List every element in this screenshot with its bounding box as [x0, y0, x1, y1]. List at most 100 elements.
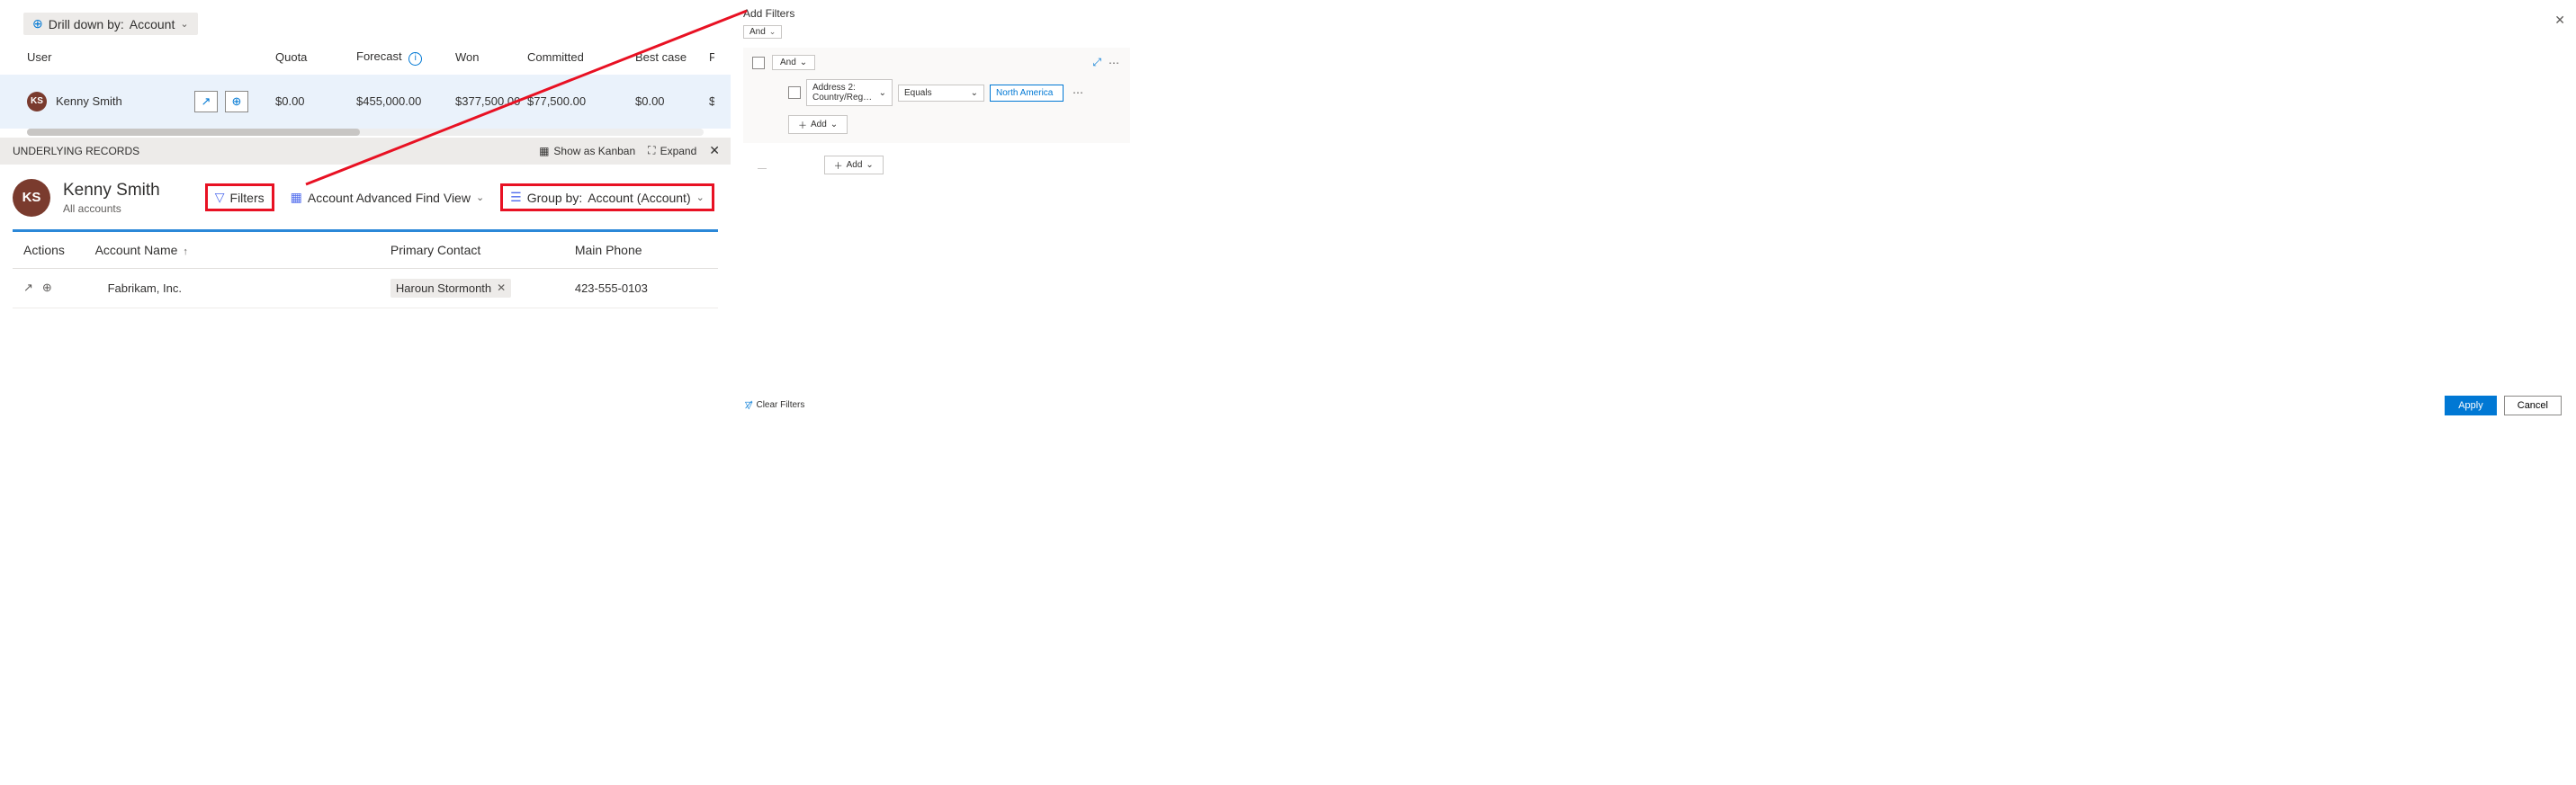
condition-value-input[interactable]: North America	[990, 85, 1064, 102]
drilldown-prefix: Drill down by:	[49, 17, 124, 31]
open-icon[interactable]: ↗	[23, 281, 33, 295]
clear-filter-icon: ▽̸	[745, 399, 752, 411]
groupby-value: Account (Account)	[588, 191, 690, 205]
header-forecast-label: Forecast	[356, 49, 402, 63]
header-forecast[interactable]: Forecast i	[351, 49, 450, 66]
filter-panel-title: Add Filters	[743, 7, 1400, 20]
th-account-label: Account Name	[95, 243, 178, 257]
avatar: KS	[27, 92, 47, 112]
avatar-large: KS	[13, 179, 50, 217]
header-committed[interactable]: Committed	[522, 50, 630, 64]
tree-connector	[758, 168, 767, 169]
filters-label: Filters	[230, 191, 265, 205]
table-icon: ▦	[291, 190, 302, 205]
close-icon[interactable]: ✕	[709, 143, 720, 158]
condition-field-select[interactable]: Address 2: Country/Reg… ⌄	[806, 79, 893, 106]
view-label: Account Advanced Find View	[308, 191, 471, 205]
kanban-label: Show as Kanban	[553, 145, 635, 157]
th-phone[interactable]: Main Phone	[575, 243, 718, 257]
row-quota: $0.00	[270, 94, 351, 108]
condition-checkbox[interactable]	[788, 86, 801, 99]
root-and-pill[interactable]: And ⌄	[743, 25, 782, 39]
group-checkbox[interactable]	[752, 57, 765, 69]
detail-header: KS Kenny Smith All accounts ▽ Filters ▦ …	[0, 165, 731, 229]
group-more-icon[interactable]: ⋯	[1108, 57, 1121, 69]
panel-close-icon[interactable]: ✕	[2554, 13, 2565, 28]
expand-icon: ⛶	[648, 144, 655, 157]
filter-panel-actions: Apply Cancel	[2445, 396, 2562, 415]
contact-name: Haroun Stormonth	[396, 281, 491, 295]
row-pipeline: $	[704, 94, 714, 108]
apply-button[interactable]: Apply	[2445, 396, 2497, 415]
drilldown-selector[interactable]: ⊕ Drill down by: Account ⌄	[23, 13, 198, 35]
th-contact[interactable]: Primary Contact	[390, 243, 575, 257]
row-phone: 423-555-0103	[575, 281, 718, 295]
group-and-pill[interactable]: And ⌄	[772, 55, 815, 70]
th-account[interactable]: Account Name ↑	[95, 243, 390, 257]
add-outer-label: Add	[847, 160, 863, 170]
target-icon[interactable]: ⊕	[225, 91, 248, 112]
underlying-records-title: UNDERLYING RECORDS	[13, 145, 139, 157]
header-user[interactable]: User	[0, 50, 270, 64]
group-icon: ☰	[510, 190, 522, 205]
filter-panel: Add Filters And ⌄ And ⌄ ⤢ ⋯ Address 2: C…	[743, 7, 1400, 174]
row-won: $377,500.00	[450, 94, 522, 108]
groupby-selector[interactable]: ☰ Group by: Account (Account) ⌄	[500, 183, 714, 211]
row-user-name: Kenny Smith	[56, 94, 122, 108]
forecast-grid-header: User Quota Forecast i Won Committed Best…	[0, 44, 731, 75]
group-and-label: And	[780, 58, 796, 67]
add-inner-label: Add	[811, 120, 827, 129]
filter-icon: ▽	[215, 190, 225, 205]
chevron-down-icon: ⌄	[830, 120, 838, 129]
scrollbar-thumb[interactable]	[27, 129, 360, 136]
chevron-down-icon: ⌄	[769, 27, 776, 37]
forecast-row[interactable]: KS Kenny Smith ↗ ⊕ $0.00 $455,000.00 $37…	[0, 75, 731, 129]
groupby-prefix: Group by:	[527, 191, 582, 205]
horizontal-scrollbar[interactable]	[27, 129, 704, 136]
forecast-pane: ⊕ Drill down by: Account ⌄ User Quota Fo…	[0, 0, 731, 310]
chevron-down-icon: ⌄	[879, 88, 886, 98]
kanban-icon: ▦	[539, 145, 549, 157]
condition-operator-label: Equals	[904, 88, 932, 98]
table-row[interactable]: ↗ ⊕ Fabrikam, Inc. Haroun Stormonth ✕ 42…	[13, 269, 718, 308]
root-and-label: And	[749, 27, 766, 37]
add-icon[interactable]: ⊕	[42, 281, 52, 295]
filters-button[interactable]: ▽ Filters	[205, 183, 274, 211]
detail-subtitle: All accounts	[63, 202, 160, 215]
row-forecast: $455,000.00	[351, 94, 450, 108]
th-actions[interactable]: Actions	[13, 243, 95, 257]
info-icon[interactable]: i	[408, 52, 422, 66]
add-condition-button[interactable]: ＋ Add ⌄	[788, 115, 848, 134]
contact-chip[interactable]: Haroun Stormonth ✕	[390, 279, 511, 298]
drilldown-value: Account	[130, 17, 175, 31]
header-best[interactable]: Best case	[630, 50, 704, 64]
row-best: $0.00	[630, 94, 704, 108]
expand-label: Expand	[660, 145, 697, 157]
header-pipeline[interactable]: P	[704, 50, 714, 64]
header-quota[interactable]: Quota	[270, 50, 351, 64]
cancel-button[interactable]: Cancel	[2504, 396, 2562, 415]
chevron-down-icon: ⌄	[696, 192, 705, 203]
plus-icon: ＋	[798, 118, 807, 131]
share-icon[interactable]: ↗	[194, 91, 218, 112]
chevron-down-icon: ⌄	[971, 88, 978, 98]
condition-operator-select[interactable]: Equals ⌄	[898, 85, 984, 102]
sort-asc-icon: ↑	[183, 246, 188, 257]
expand-button[interactable]: ⛶ Expand	[648, 144, 696, 157]
header-won[interactable]: Won	[450, 50, 522, 64]
filter-group: And ⌄ ⤢ ⋯ Address 2: Country/Reg… ⌄ Equa…	[743, 48, 1130, 143]
clear-filters-label: Clear Filters	[756, 400, 804, 410]
chevron-down-icon: ⌄	[866, 160, 873, 170]
detail-title: Kenny Smith	[63, 181, 160, 201]
add-group-button[interactable]: ＋ Add ⌄	[824, 156, 884, 174]
condition-more-icon[interactable]: ⋯	[1073, 86, 1085, 99]
expand-group-icon[interactable]: ⤢	[1092, 56, 1101, 69]
underlying-records-bar: UNDERLYING RECORDS ▦ Show as Kanban ⛶ Ex…	[0, 138, 731, 165]
show-as-kanban[interactable]: ▦ Show as Kanban	[539, 145, 635, 157]
clear-filters-button[interactable]: ▽̸ Clear Filters	[745, 399, 804, 411]
view-selector[interactable]: ▦ Account Advanced Find View ⌄	[283, 186, 492, 209]
plus-icon: ＋	[834, 158, 843, 172]
condition-field-label: Address 2: Country/Reg…	[812, 83, 874, 103]
remove-contact-icon[interactable]: ✕	[497, 281, 506, 294]
row-account: Fabrikam, Inc.	[95, 281, 390, 295]
